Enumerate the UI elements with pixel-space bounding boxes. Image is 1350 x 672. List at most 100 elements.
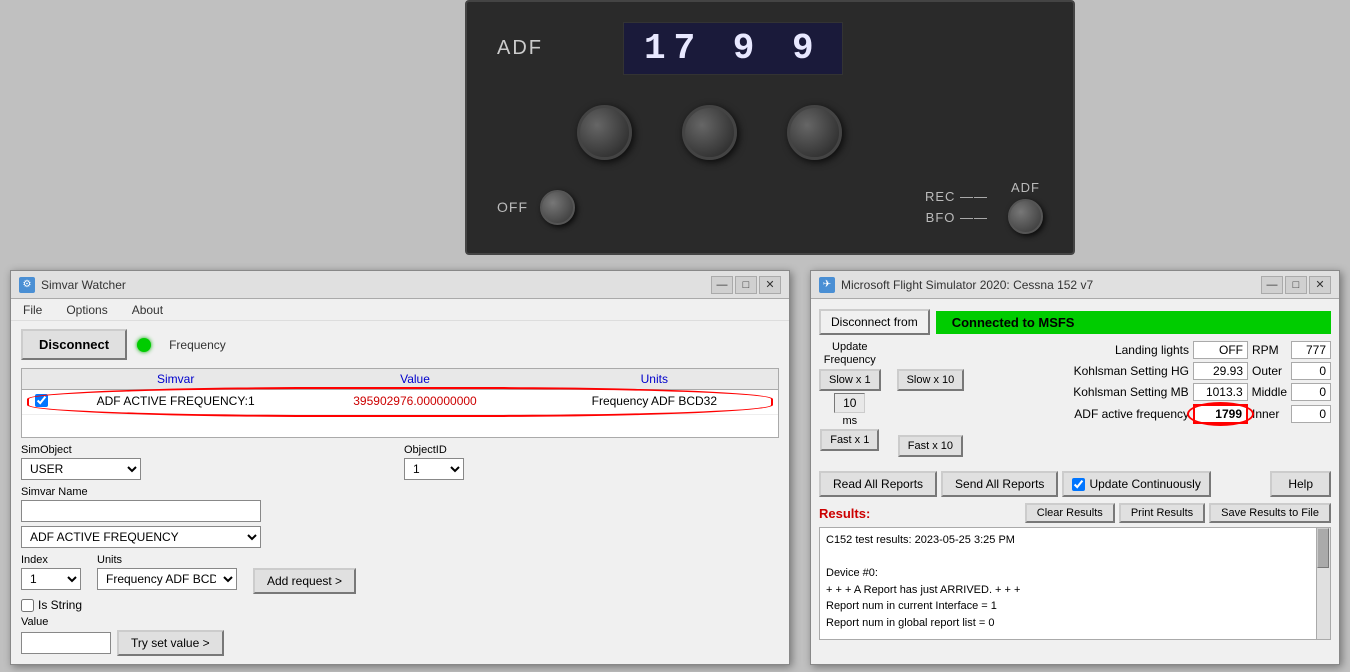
result-line: Report num in current Interface = 1 [826,598,1324,615]
kohlsman-mb-value: 1013.3 [1193,383,1248,401]
adf-knobs-row [577,105,842,160]
menu-options[interactable]: Options [62,302,111,318]
print-results-btn[interactable]: Print Results [1119,503,1205,523]
simvar-top-controls: Disconnect Frequency [21,329,779,360]
msfs-window: ✈ Microsoft Flight Simulator 2020: Cessn… [810,270,1340,665]
read-all-btn[interactable]: Read All Reports [819,471,937,497]
adf-small-knob[interactable] [540,190,575,225]
objectid-select[interactable]: 1 [404,458,464,480]
clear-results-btn[interactable]: Clear Results [1025,503,1115,523]
simobject-group: SimObject USER [21,444,396,480]
connected-status: Connected to MSFS [936,311,1331,334]
rpm-value: 777 [1291,341,1331,359]
results-scrollbar-thumb[interactable] [1317,528,1329,568]
units-group: Units Frequency ADF BCD32 [97,554,237,590]
col-header-units: Units [535,372,774,386]
row-simvar-cell: ADF ACTIVE FREQUENCY:1 [56,393,295,411]
simvar-dropdown[interactable]: ADF ACTIVE FREQUENCY [21,526,261,548]
update-frequency-col2: UpdateFrequency Slow x 10 Fast x 10 [897,341,965,457]
middle-label: Middle [1252,385,1287,399]
adf-freq-row: ADF active frequency 1799 Inner 0 [988,404,1331,424]
adf-knob-3[interactable] [787,105,842,160]
result-line [826,631,1324,640]
adf-knob-2[interactable] [682,105,737,160]
slow-x10-btn[interactable]: Slow x 10 [897,369,965,391]
adf-label: ADF [497,37,543,60]
simvar-close-btn[interactable]: ✕ [759,276,781,294]
msfs-window-icon: ✈ [819,277,835,293]
index-select[interactable]: 1 [21,568,81,590]
landing-lights-value: OFF [1193,341,1248,359]
msfs-maximize-btn[interactable]: □ [1285,276,1307,294]
add-request-btn[interactable]: Add request > [253,568,356,594]
disconnect-from-btn[interactable]: Disconnect from [819,309,930,335]
update-freq-label: UpdateFrequency [824,341,876,367]
kohlsman-hg-label: Kohlsman Setting HG [988,364,1189,378]
index-label: Index [21,554,81,566]
ms-display: 10 [834,393,865,413]
result-line: C152 test results: 2023-05-25 3:25 PM [826,532,1324,549]
msfs-content: Disconnect from Connected to MSFS Update… [811,303,1339,646]
units-label: Units [97,554,237,566]
results-label: Results: [819,506,870,521]
simvar-name-label: Simvar Name [21,486,779,498]
frequency-label: Frequency [169,338,226,352]
is-string-checkbox[interactable] [21,599,34,612]
simvar-menubar: File Options About [11,299,789,321]
msfs-window-buttons: — □ ✕ [1261,276,1331,294]
save-results-btn[interactable]: Save Results to File [1209,503,1331,523]
simvar-disconnect-btn[interactable]: Disconnect [21,329,127,360]
simvar-minimize-btn[interactable]: — [711,276,733,294]
simvar-table-row[interactable]: ADF ACTIVE FREQUENCY:1 395902976.0000000… [22,390,778,415]
simvar-content: Disconnect Frequency Simvar Value Units … [11,321,789,664]
adf-knob-1[interactable] [577,105,632,160]
col-header-value: Value [295,372,534,386]
results-scrollbar[interactable] [1316,528,1330,639]
value-section: Value Try set value > [21,616,779,656]
results-header: Results: Clear Results Print Results Sav… [819,503,1331,523]
index-group: Index 1 [21,554,81,590]
row-check-input[interactable] [35,394,48,407]
index-units-row: Index 1 Units Frequency ADF BCD32 Add re… [21,554,779,594]
adf-mode-knob[interactable] [1008,199,1043,234]
fast-x1-btn[interactable]: Fast x 1 [820,429,879,451]
adf-mode-labels: REC —— BFO —— [925,189,988,225]
ms-label: ms [842,415,857,427]
update-frequency-col: UpdateFrequency Slow x 1 10 ms Fast x 1 [819,341,881,451]
update-continuously-check[interactable] [1072,478,1085,491]
is-string-row: Is String [21,598,779,612]
rpm-label: RPM [1252,343,1287,357]
send-all-btn[interactable]: Send All Reports [941,471,1058,497]
try-set-btn[interactable]: Try set value > [117,630,224,656]
update-continuously-btn[interactable]: Update Continuously [1062,471,1210,497]
value-input[interactable] [21,632,111,654]
menu-file[interactable]: File [19,302,46,318]
landing-lights-row: Landing lights OFF RPM 777 [988,341,1331,359]
col-header-simvar: Simvar [56,372,295,386]
objectid-label: ObjectID [404,444,779,456]
add-request-group: Add request > [253,568,356,594]
simvar-maximize-btn[interactable]: □ [735,276,757,294]
msfs-center-controls: UpdateFrequency Slow x 1 10 ms Fast x 1 … [819,341,1331,457]
kohlsman-hg-row: Kohlsman Setting HG 29.93 Outer 0 [988,362,1331,380]
result-line: + + + A Report has just ARRIVED. + + + [826,582,1324,599]
simvar-table-header: Simvar Value Units [22,369,778,390]
menu-about[interactable]: About [128,302,167,318]
result-line: Device #0: [826,565,1324,582]
msfs-action-buttons: Read All Reports Send All Reports Update… [819,471,1331,497]
row-checkbox [26,393,56,411]
simvar-window-icon: ⚙ [19,277,35,293]
msfs-top-row: Disconnect from Connected to MSFS [819,309,1331,335]
landing-lights-label: Landing lights [988,343,1189,357]
msfs-close-btn[interactable]: ✕ [1309,276,1331,294]
value-label: Value [21,616,779,628]
simvar-window-title: Simvar Watcher [41,278,126,292]
msfs-minimize-btn[interactable]: — [1261,276,1283,294]
simvar-name-input[interactable]: adf [21,500,261,522]
units-select[interactable]: Frequency ADF BCD32 [97,568,237,590]
simobject-select[interactable]: USER [21,458,141,480]
row-units-cell: Frequency ADF BCD32 [535,393,774,411]
fast-x10-btn[interactable]: Fast x 10 [898,435,963,457]
slow-x1-btn[interactable]: Slow x 1 [819,369,881,391]
help-btn[interactable]: Help [1270,471,1331,497]
